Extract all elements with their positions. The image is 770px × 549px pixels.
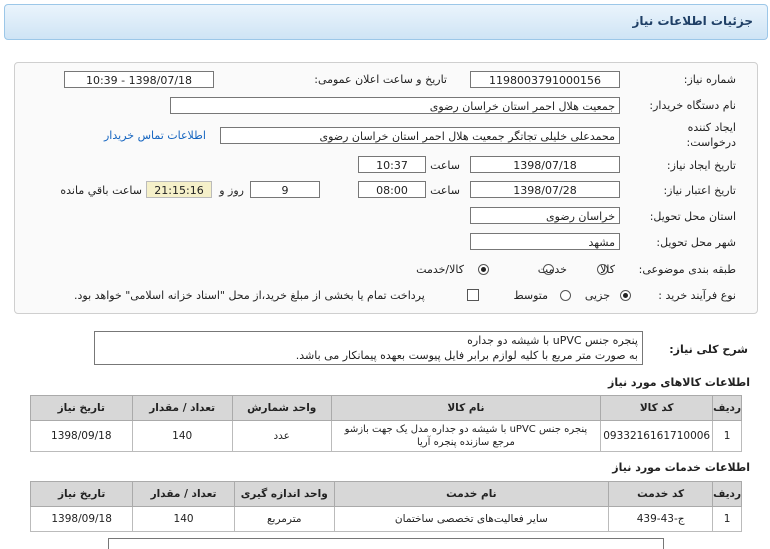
valid-date-field: 1398/07/28 [470, 181, 620, 198]
services-table: ردیف کد خدمت نام خدمت واحد اندازه گیری ت… [29, 481, 742, 532]
creator-field: محمدعلی خلیلی تجاتگر جمعیت هلال احمر است… [220, 127, 620, 144]
goods-cell-unit: عدد [231, 420, 332, 452]
goods-col-code: کد کالا [600, 395, 714, 421]
valid-time-label: ساعت [430, 184, 460, 197]
category-label: طبقه بندی موضوعی: [638, 263, 736, 276]
goods-cell-code: 0933216161710006 [600, 420, 714, 452]
description-label: شرح کلی نیاز: [669, 343, 748, 356]
radio-medium-label: متوسط [513, 289, 548, 302]
days-label: روز و [219, 184, 244, 197]
description-box: پنجره جنس uPVC با شیشه دو جداره به صورت … [94, 331, 643, 365]
create-date-field: 1398/07/18 [470, 156, 620, 173]
announce-label: تاریخ و ساعت اعلان عمومی: [314, 73, 447, 86]
radio-goods-service-label: کالا/خدمت [416, 263, 464, 276]
announce-field: 1398/07/18 - 10:39 [64, 71, 214, 88]
services-col-unit: واحد اندازه گیری [233, 481, 335, 507]
services-col-qty: تعداد / مقدار [132, 481, 235, 507]
table-row: 1 0933216161710006 پنجره جنس uPVC با شیش… [30, 420, 742, 452]
process-label: نوع فرآیند خرید : [658, 289, 736, 302]
radio-partial[interactable] [620, 290, 631, 301]
goods-cell-date: 1398/09/18 [30, 420, 133, 452]
services-col-row: ردیف [712, 481, 742, 507]
services-col-name: نام خدمت [333, 481, 610, 507]
goods-cell-name: پنجره جنس uPVC با شیشه دو جداره مدل یک ج… [330, 420, 602, 452]
goods-cell-row: 1 [712, 420, 742, 452]
services-cell-unit: مترمربع [233, 506, 335, 532]
description-line-2: به صورت متر مربع با کلیه لوازم برابر فای… [295, 349, 638, 362]
city-field: مشهد [470, 233, 620, 250]
services-cell-code: ج-43-439 [608, 506, 714, 532]
table-row: 1 ج-43-439 سایر فعالیت‌های تخصصی ساختمان… [29, 506, 742, 532]
services-header-row: ردیف کد خدمت نام خدمت واحد اندازه گیری ت… [29, 481, 742, 507]
goods-col-date: تاریخ نیاز [30, 395, 133, 421]
payment-note: پرداخت تمام یا بخشی از مبلغ خرید،از محل … [74, 289, 425, 302]
page-header: جزئیات اطلاعات نیاز [4, 4, 768, 40]
creator-label-1: ایجاد کننده [687, 121, 736, 134]
remaining-label: ساعت باقي مانده [60, 184, 142, 197]
radio-partial-label: جزیی [584, 289, 610, 302]
valid-time-field: 08:00 [358, 181, 426, 198]
treasury-checkbox[interactable] [467, 289, 479, 301]
services-cell-name: سایر فعالیت‌های تخصصی ساختمان [333, 506, 610, 532]
days-field: 9 [250, 181, 320, 198]
goods-header-row: ردیف کد کالا نام کالا واحد شمارش تعداد /… [30, 395, 742, 421]
create-time-field: 10:37 [358, 156, 426, 173]
create-time-label: ساعت [430, 159, 460, 172]
province-field: خراسان رضوی [470, 207, 620, 224]
province-label: استان محل تحویل: [649, 210, 736, 223]
next-box [108, 538, 664, 549]
buyer-contact-link[interactable]: اطلاعات تماس خریدار [104, 129, 206, 142]
page-title: جزئیات اطلاعات نیاز [632, 14, 753, 28]
goods-section-title: اطلاعات کالاهای مورد نیاز [608, 376, 750, 389]
need-number-field: 1198003791000156 [470, 71, 620, 88]
goods-col-name: نام کالا [330, 395, 602, 421]
remaining-time: 21:15:16 [146, 181, 212, 198]
services-cell-qty: 140 [132, 506, 235, 532]
radio-medium[interactable] [560, 290, 571, 301]
need-number-label: شماره نیاز: [683, 73, 736, 86]
description-line-1: پنجره جنس uPVC با شیشه دو جداره [467, 334, 638, 347]
goods-col-row: ردیف [712, 395, 742, 421]
goods-col-unit: واحد شمارش [231, 395, 332, 421]
goods-cell-qty: 140 [131, 420, 233, 452]
goods-table: ردیف کد کالا نام کالا واحد شمارش تعداد /… [30, 395, 742, 452]
services-cell-date: 1398/09/18 [29, 506, 134, 532]
buyer-field: جمعیت هلال احمر استان خراسان رضوی [170, 97, 620, 114]
goods-col-qty: تعداد / مقدار [131, 395, 233, 421]
services-col-code: کد خدمت [608, 481, 714, 507]
radio-goods-service[interactable] [478, 264, 489, 275]
city-label: شهر محل تحویل: [656, 236, 736, 249]
creator-label-2: درخواست: [686, 136, 736, 149]
services-section-title: اطلاعات خدمات مورد نیاز [612, 461, 750, 474]
services-col-date: تاریخ نیاز [29, 481, 134, 507]
valid-date-label: تاریخ اعتبار نیاز: [663, 184, 736, 197]
radio-service-label: خدمت [537, 263, 567, 276]
create-date-label: تاریخ ایجاد نیاز: [666, 159, 736, 172]
services-cell-row: 1 [712, 506, 742, 532]
buyer-label: نام دستگاه خریدار: [649, 99, 736, 112]
radio-goods-label: کالا [600, 263, 615, 276]
